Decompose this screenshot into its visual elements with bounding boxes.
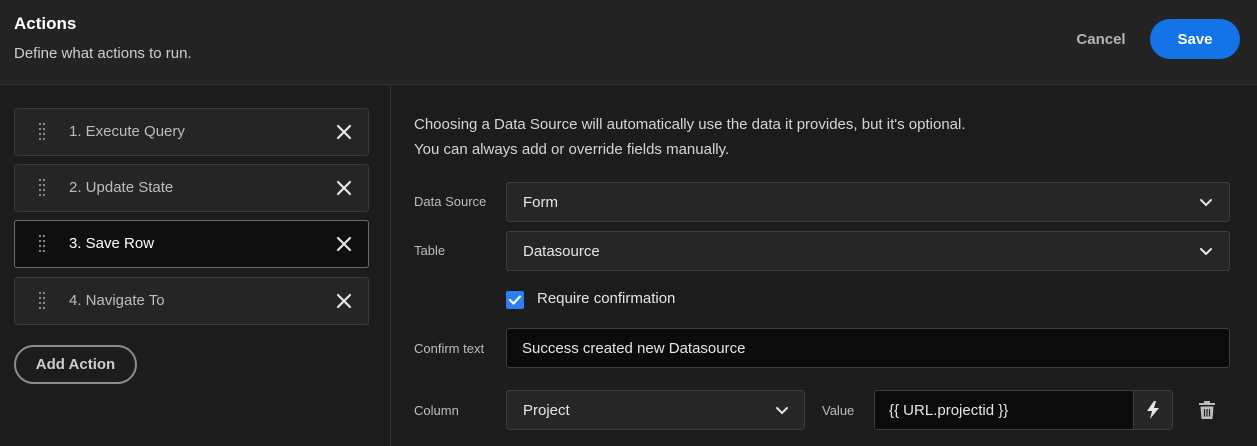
action-item-update-state[interactable]: 2. Update State xyxy=(14,164,369,212)
data-source-select[interactable]: Form xyxy=(506,182,1230,222)
page-subtitle: Define what actions to run. xyxy=(14,45,192,62)
action-label: 2. Update State xyxy=(69,179,174,196)
action-label: 1. Execute Query xyxy=(69,123,185,140)
close-icon[interactable] xyxy=(335,123,353,141)
data-source-label: Data Source xyxy=(414,194,487,209)
table-select[interactable]: Datasource xyxy=(506,231,1230,271)
require-confirmation-label[interactable]: Require confirmation xyxy=(537,290,675,307)
close-icon[interactable] xyxy=(335,179,353,197)
actions-sidebar: 1. Execute Query 2. Update State 3. Save… xyxy=(0,86,391,446)
info-line-1: Choosing a Data Source will automaticall… xyxy=(414,116,966,133)
header: Actions Define what actions to run. Canc… xyxy=(0,0,1257,85)
drag-handle-icon[interactable] xyxy=(37,290,47,312)
drag-handle-icon[interactable] xyxy=(37,177,47,199)
info-line-2: You can always add or override fields ma… xyxy=(414,141,730,158)
chevron-down-icon xyxy=(776,407,788,414)
table-value: Datasource xyxy=(523,243,600,260)
add-action-button[interactable]: Add Action xyxy=(14,345,137,384)
binding-button[interactable] xyxy=(1133,390,1173,430)
close-icon[interactable] xyxy=(335,235,353,253)
drag-handle-icon[interactable] xyxy=(37,121,47,143)
action-item-save-row[interactable]: 3. Save Row xyxy=(14,220,369,268)
chevron-down-icon xyxy=(1200,199,1212,206)
chevron-down-icon xyxy=(1200,248,1212,255)
info-text: Choosing a Data Source will automaticall… xyxy=(414,112,966,162)
column-value: Project xyxy=(523,402,570,419)
confirm-text-input[interactable] xyxy=(506,328,1230,368)
cancel-button[interactable]: Cancel xyxy=(1062,20,1140,58)
column-select[interactable]: Project xyxy=(506,390,805,430)
data-source-value: Form xyxy=(523,194,558,211)
checkmark-icon xyxy=(508,295,522,305)
save-button[interactable]: Save xyxy=(1150,19,1240,59)
action-item-navigate-to[interactable]: 4. Navigate To xyxy=(14,277,369,325)
value-input[interactable] xyxy=(874,390,1134,430)
lightning-icon xyxy=(1147,401,1159,419)
value-label: Value xyxy=(822,403,855,418)
confirm-text-label: Confirm text xyxy=(414,341,485,356)
drag-handle-icon[interactable] xyxy=(37,233,47,255)
action-settings-panel: Choosing a Data Source will automaticall… xyxy=(392,86,1257,446)
action-item-execute-query[interactable]: 1. Execute Query xyxy=(14,108,369,156)
action-label: 3. Save Row xyxy=(69,235,155,252)
close-icon[interactable] xyxy=(335,292,353,310)
table-label: Table xyxy=(414,243,446,258)
action-label: 4. Navigate To xyxy=(69,292,165,309)
trash-icon[interactable] xyxy=(1195,398,1219,422)
require-confirmation-checkbox[interactable] xyxy=(506,291,524,309)
column-label: Column xyxy=(414,403,459,418)
page-title: Actions xyxy=(14,14,77,33)
